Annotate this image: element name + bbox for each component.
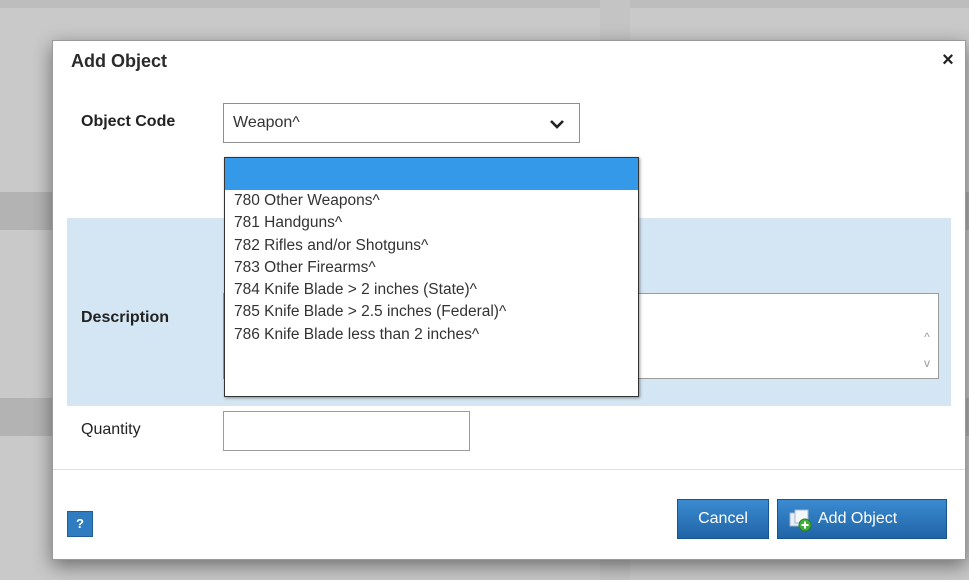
scroll-up-icon[interactable]: ^ [920, 330, 934, 344]
object-code-dropdown-list[interactable]: 780 Other Weapons^ 781 Handguns^ 782 Rif… [224, 157, 639, 397]
dropdown-option[interactable]: 785 Knife Blade > 2.5 inches (Federal)^ [225, 301, 638, 323]
dropdown-option[interactable]: 783 Other Firearms^ [225, 257, 638, 279]
dropdown-option[interactable]: 780 Other Weapons^ [225, 190, 638, 212]
object-code-select[interactable]: Weapon^ [223, 103, 580, 143]
quantity-label: Quantity [81, 421, 141, 438]
footer-divider [53, 469, 965, 470]
add-object-button[interactable]: Add Object [777, 499, 947, 539]
add-object-label: Add Object [818, 510, 898, 527]
dialog-title: Add Object [71, 51, 168, 71]
object-code-value: Weapon^ [233, 114, 300, 131]
dropdown-option[interactable]: 786 Knife Blade less than 2 inches^ [225, 324, 638, 346]
dropdown-option[interactable] [225, 158, 638, 190]
dropdown-option[interactable]: 782 Rifles and/or Shotguns^ [225, 235, 638, 257]
help-button[interactable]: ? [67, 511, 93, 537]
add-object-icon [789, 509, 812, 532]
object-code-label: Object Code [81, 113, 176, 130]
chevron-down-icon [550, 120, 564, 129]
dropdown-option[interactable]: 781 Handguns^ [225, 212, 638, 234]
quantity-input[interactable] [223, 411, 470, 451]
scroll-down-icon[interactable]: v [920, 356, 934, 370]
close-icon[interactable]: × [937, 49, 959, 71]
dialog-titlebar: Add Object × [53, 41, 965, 81]
description-label: Description [81, 309, 170, 326]
cancel-button[interactable]: Cancel [677, 499, 769, 539]
background-header [0, 0, 969, 8]
dropdown-option[interactable]: 784 Knife Blade > 2 inches (State)^ [225, 279, 638, 301]
